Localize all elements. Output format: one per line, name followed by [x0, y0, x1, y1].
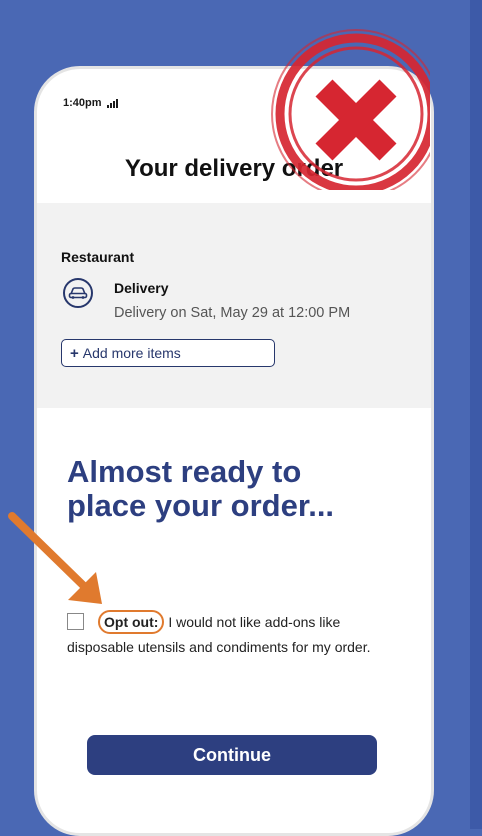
background-edge: [470, 0, 482, 829]
add-more-items-button[interactable]: + Add more items: [61, 339, 275, 367]
plus-icon: +: [70, 344, 79, 362]
restaurant-label: Restaurant: [61, 249, 135, 265]
opt-out-highlight: Opt out:: [98, 610, 165, 634]
page-headline: Almost ready to place your order...: [67, 455, 407, 523]
opt-out-label: Opt out:: [104, 614, 159, 630]
delivery-title: Delivery: [114, 280, 169, 296]
delivery-detail: Delivery on Sat, May 29 at 12:00 PM: [114, 305, 351, 321]
opt-out-row: Opt out: I would not like add-ons like d…: [67, 610, 407, 660]
status-time: 1:40pm: [63, 97, 102, 109]
add-more-items-label: Add more items: [82, 345, 181, 361]
headline-line-2: place your order...: [67, 488, 335, 523]
headline-line-1: Almost ready to: [67, 454, 302, 489]
car-icon: [63, 278, 93, 308]
continue-label: Continue: [193, 744, 271, 765]
rejected-stamp-icon: [271, 29, 430, 190]
order-summary-card: Restaurant Delivery Delivery on Sat, May…: [37, 203, 431, 408]
signal-icon: [106, 98, 118, 108]
continue-button[interactable]: Continue: [87, 735, 377, 775]
orange-arrow-icon: [8, 512, 102, 604]
opt-out-checkbox[interactable]: [67, 613, 84, 630]
status-bar: 1:40pm: [63, 97, 118, 109]
